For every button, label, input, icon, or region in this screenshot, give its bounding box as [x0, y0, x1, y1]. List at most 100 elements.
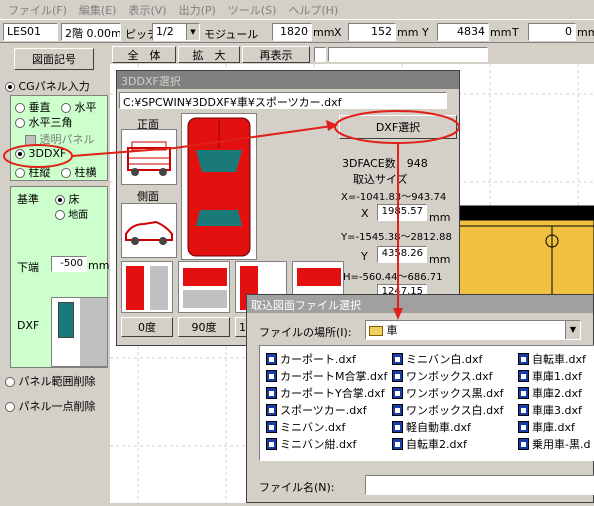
menu-file[interactable]: ファイル(F)	[2, 2, 73, 18]
dxf-file-icon	[266, 386, 277, 399]
dxf-file-icon	[266, 369, 277, 382]
file-name: カーポートM合掌.dxf	[280, 369, 388, 383]
view-all-button[interactable]: 全 体	[112, 46, 176, 63]
file-item[interactable]: カーポート.dxf	[266, 350, 387, 367]
x-field[interactable]: 152	[348, 23, 396, 41]
transparent-panel-checkbox[interactable]: 透明パネル	[25, 131, 95, 147]
menu-view[interactable]: 表示(V)	[122, 2, 172, 18]
pitch-select[interactable]: 1/2 ▼	[152, 23, 200, 41]
vertical-label: 垂直	[28, 101, 51, 114]
file-item[interactable]: ミニバン.dxf	[266, 418, 387, 435]
menu-tools[interactable]: ツール(S)	[222, 2, 283, 18]
file-item[interactable]: 車庫1.dxf	[518, 367, 590, 384]
dxf-select-button[interactable]: DXF選択	[339, 115, 457, 139]
file-item[interactable]: ミニバン紺.dxf	[266, 435, 387, 452]
file-item[interactable]: カーポートY合掌.dxf	[266, 384, 387, 401]
menu-output[interactable]: 出力(P)	[173, 2, 222, 18]
zumen-symbol-button[interactable]: 図面記号	[14, 48, 94, 70]
menu-edit[interactable]: 編集(E)	[73, 2, 123, 18]
file-item[interactable]: 自転車.dxf	[518, 350, 590, 367]
file-item[interactable]: 車庫3.dxf	[518, 401, 590, 418]
file-name: 車庫3.dxf	[532, 403, 582, 417]
lower-edge-field[interactable]: -500	[51, 256, 87, 272]
floor-panel-strip	[455, 219, 594, 227]
file-item[interactable]: ミニバン白.dxf	[392, 350, 504, 367]
vertical-radio[interactable]: 垂直	[15, 99, 51, 115]
y-field[interactable]: 4834	[437, 23, 489, 41]
zoom-button[interactable]: 拡 大	[178, 46, 240, 63]
file-item[interactable]: 車庫2.dxf	[518, 384, 590, 401]
file-item[interactable]: スポーツカー.dxf	[266, 401, 387, 418]
file-name: 車庫1.dxf	[532, 369, 582, 383]
import-size-label: 取込サイズ	[353, 173, 408, 186]
dxf-x-field[interactable]: 1985.57	[377, 204, 427, 221]
filename-input[interactable]	[365, 475, 594, 495]
file-list[interactable]: カーポート.dxf カーポートM合掌.dxf カーポートY合掌.dxf スポーツ…	[259, 345, 594, 461]
dxf-y-unit: mm	[429, 253, 451, 266]
radio-on-icon	[15, 149, 25, 159]
file-item[interactable]: 軽自動車.dxf	[392, 418, 504, 435]
panel-type-group: 垂直 水平 水平三角 透明パネル 3DDXF 柱縦 柱横	[10, 95, 108, 181]
dxf-file-icon	[518, 369, 529, 382]
dxf-file-icon	[266, 352, 277, 365]
cg-panel-label: CGパネル入力	[18, 80, 90, 93]
angle-90-button[interactable]: 90度	[178, 317, 230, 337]
file-column: ミニバン白.dxf ワンボックス.dxf ワンボックス黒.dxf ワンボックス白…	[392, 350, 504, 452]
panel-point-delete-radio[interactable]: パネル一点削除	[5, 398, 96, 414]
file-name: 自転車2.dxf	[406, 437, 467, 451]
horizontal-label: 水平	[74, 101, 97, 114]
floor-radio[interactable]: 床	[55, 191, 80, 207]
lower-edge-label: 下端	[17, 261, 39, 274]
file-name: ワンボックス白.dxf	[406, 403, 504, 417]
file-item[interactable]: 乗用車-黒.d	[518, 435, 590, 452]
dxf-label: DXF	[17, 319, 40, 332]
file-item[interactable]: 車庫.dxf	[518, 418, 590, 435]
panel-point-delete-label: パネル一点削除	[18, 400, 96, 413]
view-bar: 全 体 拡 大 再表示	[110, 45, 594, 64]
cg-panel-radio[interactable]: CGパネル入力	[5, 78, 90, 94]
col-vertical-radio[interactable]: 柱縦	[15, 164, 51, 180]
redraw-button[interactable]: 再表示	[242, 46, 310, 63]
horizontal-radio[interactable]: 水平	[61, 99, 97, 115]
layer-field[interactable]: LES01	[3, 23, 58, 41]
ground-radio[interactable]: 地面	[55, 206, 88, 221]
file-item[interactable]: カーポートM合掌.dxf	[266, 367, 387, 384]
rotation-tile[interactable]	[121, 261, 173, 313]
menu-help[interactable]: ヘルプ(H)	[282, 2, 344, 18]
file-name: 車庫.dxf	[532, 420, 575, 434]
dxf-x-label: X	[361, 207, 369, 220]
col-horizontal-radio[interactable]: 柱横	[61, 164, 97, 180]
x-label: X	[334, 26, 342, 39]
panel-range-delete-radio[interactable]: パネル範囲削除	[5, 373, 96, 389]
view-bar-spinner[interactable]	[314, 47, 326, 62]
x-range: X=-1041.83～943.74	[341, 192, 447, 203]
file-item[interactable]: ワンボックス白.dxf	[392, 401, 504, 418]
car-tile-shape	[297, 268, 341, 286]
dxf3d-radio[interactable]: 3DDXF	[15, 147, 66, 160]
floor-field[interactable]: 2階 0.00m²	[61, 23, 121, 41]
t-field[interactable]: 0	[528, 23, 576, 41]
y-range: Y=-1545.38～2812.88	[341, 232, 452, 243]
angle-0-button[interactable]: 0度	[121, 317, 173, 337]
menu-bar: ファイル(F) 編集(E) 表示(V) 出力(P) ツール(S) ヘルプ(H)	[0, 0, 594, 20]
radio-icon	[15, 168, 25, 178]
chevron-down-icon[interactable]: ▼	[565, 321, 580, 339]
top-view-preview	[181, 113, 257, 260]
horiz-triangle-radio[interactable]: 水平三角	[15, 114, 73, 130]
dxf-path-field[interactable]: C:¥SPCWIN¥3DDXF¥車¥スポーツカー.dxf	[119, 92, 447, 109]
file-item[interactable]: ワンボックス黒.dxf	[392, 384, 504, 401]
dxf-preview	[51, 297, 107, 367]
chevron-down-icon[interactable]: ▼	[186, 24, 199, 40]
car-top-drawing	[187, 117, 251, 257]
radio-icon	[15, 118, 25, 128]
module-field[interactable]: 1820	[272, 23, 312, 41]
rotation-tile[interactable]	[178, 261, 230, 313]
view-bar-field[interactable]	[328, 47, 488, 62]
dxf-file-icon	[266, 403, 277, 416]
file-item[interactable]: ワンボックス.dxf	[392, 367, 504, 384]
dxf-file-icon	[392, 369, 403, 382]
location-select[interactable]: 車 ▼	[365, 320, 581, 340]
radio-icon	[61, 168, 71, 178]
file-item[interactable]: 自転車2.dxf	[392, 435, 504, 452]
dxf-y-field[interactable]: 4358.26	[377, 246, 427, 263]
